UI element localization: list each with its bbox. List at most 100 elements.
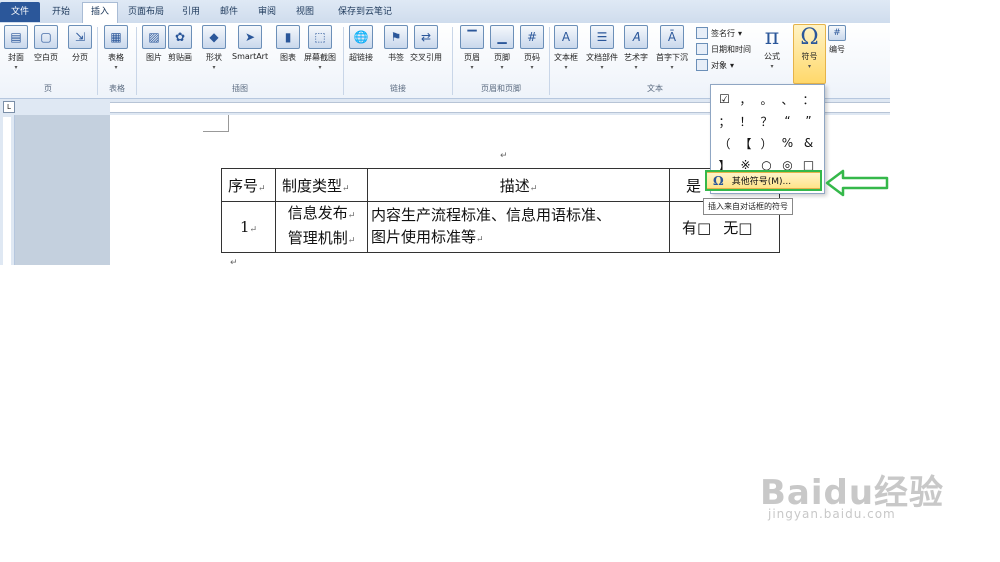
dropdown-arrow-icon: ▾ [634,64,638,71]
dropdown-arrow-icon: ▾ [470,64,474,71]
numbering-button[interactable]: # 编号 [828,25,846,55]
dropdown-arrow-icon: ▾ [807,63,811,70]
cell-number[interactable]: 1↵ [221,201,276,253]
highlight-box [705,170,822,191]
header-cell-description[interactable]: 描述↵ [367,168,670,202]
bookmark-button[interactable]: ⚑ 书签 [384,25,408,63]
cross-reference-icon: ⇄ [414,25,438,49]
paragraph-mark: ↵ [230,258,238,265]
watermark-url: jingyan.baidu.com [768,507,896,521]
tab-insert[interactable]: 插入 [82,2,118,24]
table-icon: ▦ [104,25,128,49]
omega-icon: Ω [800,25,819,50]
picture-icon: ▨ [142,25,166,49]
date-time-button[interactable]: 日期和时间 [696,43,751,55]
tab-references[interactable]: 引用 [176,3,206,22]
table-row: 1↵ 信息发布↵ 管理机制↵ 内容生产流程标准、信息用语标准、 图片使用标准等↵ 有… [221,201,780,253]
object-icon [696,59,708,71]
smartart-icon: ➤ [238,25,263,49]
symbol-cell[interactable]: “ [777,110,798,132]
margin-corner-mark [203,115,229,132]
symbol-cell[interactable]: ” [798,110,819,132]
symbol-cell[interactable]: ： [798,88,819,110]
signature-line-button[interactable]: 签名行 ▾ [696,27,742,39]
symbol-cell[interactable]: （ [714,132,735,154]
symbol-cell[interactable]: ☑ [714,88,735,110]
quick-parts-button[interactable]: ☰ 文档部件 ▾ [586,25,618,71]
cover-page-button[interactable]: ▤ 封面 ▾ [4,25,28,71]
drop-cap-button[interactable]: Ā 首字下沉 ▾ [656,25,688,71]
dropdown-arrow-icon: ▾ [318,64,322,71]
vertical-ruler[interactable] [0,115,15,265]
symbol-grid: ☑ ， 。 、 ： ； ！ ？ “ ” （ 【 ） % & 】 ※ ○ ◎ □ [714,88,822,176]
symbol-cell[interactable]: ） [756,132,777,154]
wordart-icon: 𝐴 [624,25,648,49]
tab-page-layout[interactable]: 页面布局 [122,3,170,22]
tab-home[interactable]: 开始 [46,3,76,22]
textbox-icon: A [554,25,578,49]
smartart-button[interactable]: ➤ SmartArt [232,25,268,61]
shapes-button[interactable]: ◆ 形状 ▾ [202,25,226,71]
hyperlink-button[interactable]: 🌐 超链接 [349,25,373,63]
wordart-button[interactable]: 𝐴 艺术字 ▾ [624,25,648,71]
blank-page-icon: ▢ [34,25,58,49]
tab-mailings[interactable]: 邮件 [214,3,244,22]
cross-reference-button[interactable]: ⇄ 交叉引用 [410,25,442,63]
dropdown-arrow-icon: ▾ [212,64,216,71]
screenshot-button[interactable]: ⬚ 屏幕截图 ▾ [304,25,336,71]
cover-page-icon: ▤ [4,25,28,49]
table-header-row: 序号↵ 制度类型↵ 描述↵ 是 [221,168,780,202]
drop-cap-icon: Ā [660,25,684,49]
page-number-icon: # [520,25,544,49]
pi-icon: π [764,25,780,50]
symbol-cell[interactable]: ！ [735,110,756,132]
symbol-cell[interactable]: % [777,132,798,154]
symbol-cell[interactable]: & [798,132,819,154]
symbol-cell[interactable]: ， [735,88,756,110]
cell-description[interactable]: 内容生产流程标准、信息用语标准、 图片使用标准等↵ [367,201,670,253]
chart-icon: ▮ [276,25,300,49]
textbox-button[interactable]: A 文本框 ▾ [554,25,578,71]
tab-view[interactable]: 视图 [290,3,320,22]
tab-selector-icon[interactable]: L [3,101,15,113]
header-cell-type[interactable]: 制度类型↵ [275,168,368,202]
bookmark-icon: ⚑ [384,25,408,49]
hyperlink-icon: 🌐 [349,25,373,49]
symbol-cell[interactable]: ； [714,110,735,132]
formula-button[interactable]: π 公式 ▾ [764,25,780,70]
page-number-button[interactable]: # 页码 ▾ [520,25,544,71]
tab-file[interactable]: 文件 [0,2,40,22]
group-label-links: 链接 [390,84,406,93]
table-button[interactable]: ▦ 表格 ▾ [104,25,128,71]
symbol-cell[interactable]: 。 [756,88,777,110]
tab-save-to-cloud-note[interactable]: 保存到云笔记 [330,3,400,22]
pointer-arrow-icon [825,169,889,197]
symbol-button[interactable]: Ω 符号 ▾ [793,24,826,84]
header-button[interactable]: ▔ 页眉 ▾ [460,25,484,71]
calendar-icon [696,43,708,55]
symbol-cell[interactable]: ？ [756,110,777,132]
symbol-cell[interactable]: 、 [777,88,798,110]
symbol-cell[interactable]: 【 [735,132,756,154]
dropdown-arrow-icon: ▾ [530,64,534,71]
footer-icon: ▁ [490,25,514,49]
tab-review[interactable]: 审阅 [252,3,282,22]
dropdown-arrow-icon: ▾ [564,64,568,71]
quick-parts-icon: ☰ [590,25,614,49]
picture-button[interactable]: ▨ 图片 [142,25,166,63]
document-table[interactable]: 序号↵ 制度类型↵ 描述↵ 是 1↵ 信息发布↵ 管理机制↵ 内容生产流程标准、信… [221,168,780,253]
screenshot-icon: ⬚ [308,25,332,49]
blank-page-button[interactable]: ▢ 空白页 [34,25,58,63]
clipart-icon: ✿ [168,25,192,49]
cell-type[interactable]: 信息发布↵ 管理机制↵ [275,201,368,253]
watermark: Baidu经验 jingyan.baidu.com [760,465,944,521]
footer-button[interactable]: ▁ 页脚 ▾ [490,25,514,71]
page-break-button[interactable]: ⇲ 分页 [68,25,92,63]
group-label-table: 表格 [109,84,125,93]
page-break-icon: ⇲ [68,25,92,49]
object-button[interactable]: 对象 ▾ [696,59,734,71]
chart-button[interactable]: ▮ 图表 [276,25,300,63]
header-cell-number[interactable]: 序号↵ [221,168,276,202]
group-label-page: 页 [44,84,52,93]
clipart-button[interactable]: ✿ 剪贴画 [168,25,192,63]
